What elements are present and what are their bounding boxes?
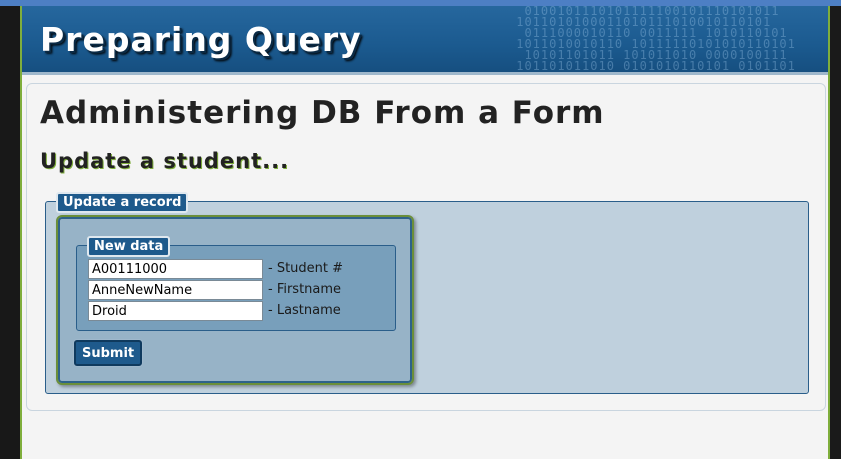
binary-decoration: 0100101110101111100101110101011 10110101…	[516, 6, 796, 72]
submit-button[interactable]: Submit	[74, 340, 143, 366]
lastname-label: - Lastname	[268, 303, 341, 318]
left-gutter	[0, 6, 20, 459]
header-title: Preparing Query	[40, 20, 362, 59]
update-record-legend: Update a record	[56, 192, 189, 213]
student-number-label: - Student #	[268, 261, 344, 276]
lastname-input[interactable]	[88, 301, 263, 321]
site-header: 0100101110101111100101110101011 10110101…	[22, 6, 828, 75]
student-number-input[interactable]	[88, 259, 263, 279]
firstname-input[interactable]	[88, 280, 263, 300]
update-record-fieldset: Update a record New data - Student # - F…	[45, 192, 809, 394]
new-data-legend: New data	[87, 236, 171, 257]
new-data-fieldset: New data - Student # - Firstname - Lastn…	[76, 236, 396, 331]
page-title: Administering DB From a Form	[40, 95, 605, 131]
page-subtitle: Update a student...	[40, 149, 290, 173]
right-gutter	[830, 6, 841, 459]
page-container: 0100101110101111100101110101011 10110101…	[20, 6, 830, 459]
main-content: Administering DB From a Form Update a st…	[26, 83, 826, 411]
update-form: New data - Student # - Firstname - Lastn…	[56, 215, 414, 385]
firstname-label: - Firstname	[268, 282, 342, 297]
